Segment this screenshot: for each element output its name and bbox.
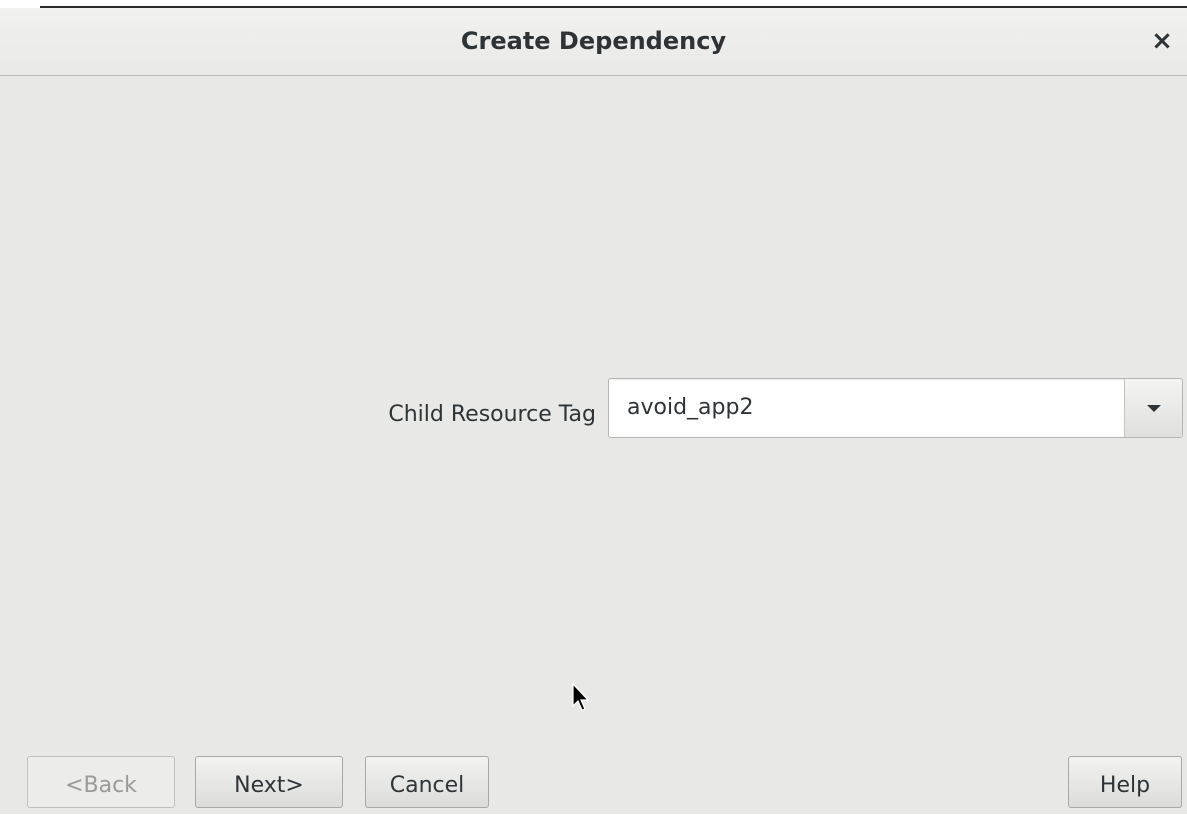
child-resource-tag-label: Child Resource Tag (388, 402, 596, 427)
close-icon[interactable]: × (1147, 26, 1177, 56)
child-resource-tag-combobox[interactable]: avoid_app2 (608, 378, 1183, 438)
next-button[interactable]: Next> (195, 756, 343, 808)
mouse-pointer-icon (572, 683, 590, 711)
dialog-title: Create Dependency (460, 27, 727, 55)
back-button[interactable]: <Back (27, 756, 175, 808)
cancel-button[interactable]: Cancel (365, 756, 489, 808)
child-resource-tag-value[interactable]: avoid_app2 (627, 379, 753, 437)
chevron-down-icon (1147, 405, 1161, 412)
top-strip (0, 0, 1187, 8)
dropdown-button[interactable] (1124, 379, 1182, 437)
dialog-titlebar: Create Dependency × (0, 8, 1187, 76)
help-button[interactable]: Help (1068, 756, 1182, 808)
